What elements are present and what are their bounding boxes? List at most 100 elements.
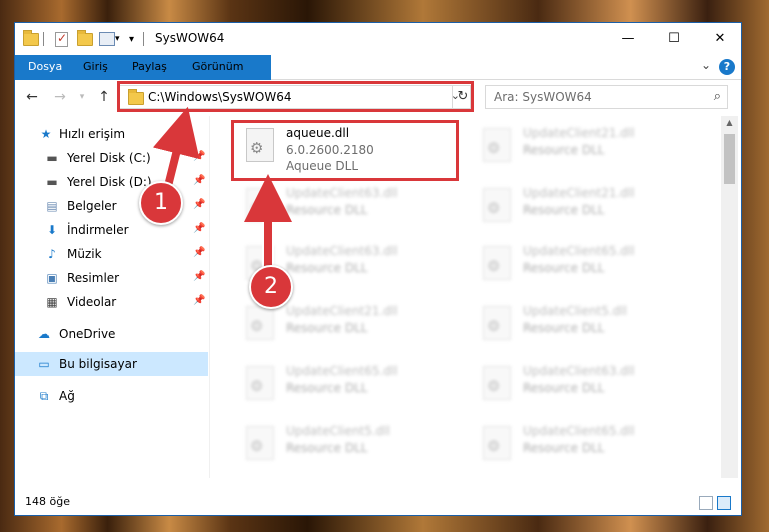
dll-file-icon bbox=[483, 426, 511, 460]
sidebar-item-this-pc[interactable]: ▭ Bu bilgisayar bbox=[15, 352, 208, 376]
search-input[interactable]: Ara: SysWOW64 ⌕ bbox=[485, 85, 728, 109]
file-description: Resource DLL bbox=[286, 381, 368, 395]
quick-access-toolbar bbox=[23, 29, 39, 49]
chevron-down-icon[interactable]: ▾ bbox=[115, 34, 120, 44]
back-arrow-icon[interactable]: ← bbox=[23, 88, 41, 106]
window-title: SysWOW64 bbox=[155, 31, 225, 45]
scrollbar-thumb[interactable] bbox=[724, 134, 735, 184]
file-name: UpdateClient5.dll bbox=[286, 424, 390, 438]
drive-icon: ▬ bbox=[46, 151, 58, 165]
sidebar-item-label: Videolar bbox=[67, 295, 117, 309]
star-icon: ★ bbox=[40, 127, 52, 141]
file-name: UpdateClient5.dll bbox=[523, 304, 627, 318]
dll-file-icon bbox=[246, 306, 274, 340]
tiles-view-icon[interactable] bbox=[717, 496, 731, 510]
file-tile[interactable]: UpdateClient65.dll Resource DLL bbox=[473, 416, 703, 476]
sidebar-item-music[interactable]: ♪ Müzik 📌 bbox=[15, 242, 208, 266]
title-bar: ▾ ▾ SysWOW64 — ☐ ✕ bbox=[15, 23, 741, 55]
file-name: UpdateClient65.dll bbox=[523, 244, 635, 258]
help-icon[interactable]: ? bbox=[719, 59, 735, 75]
pin-icon[interactable]: 📌 bbox=[193, 223, 205, 234]
file-tile[interactable]: UpdateClient65.dll Resource DLL bbox=[473, 236, 703, 296]
sidebar-item-network[interactable]: ⧉ Ağ bbox=[15, 384, 208, 408]
sidebar-item-label: Müzik bbox=[67, 247, 102, 261]
file-description: Resource DLL bbox=[286, 321, 368, 335]
file-tile[interactable]: UpdateClient5.dll Resource DLL bbox=[473, 296, 703, 356]
dll-file-icon bbox=[246, 426, 274, 460]
file-tile[interactable]: UpdateClient65.dll Resource DLL bbox=[236, 356, 466, 416]
file-name: UpdateClient65.dll bbox=[523, 424, 635, 438]
pin-icon[interactable]: 📌 bbox=[193, 271, 205, 282]
pin-icon[interactable]: 📌 bbox=[193, 151, 205, 162]
pin-icon[interactable]: 📌 bbox=[193, 295, 205, 306]
sidebar-item-label: Ağ bbox=[59, 389, 75, 403]
file-name: UpdateClient21.dll bbox=[523, 126, 635, 140]
ribbon-tabs: Dosya Giriş Paylaş Görünüm ⌄ ? bbox=[15, 55, 741, 115]
sidebar-item-label: Bu bilgisayar bbox=[59, 357, 137, 371]
sidebar-item-onedrive[interactable]: ☁ OneDrive bbox=[15, 322, 208, 346]
dll-file-icon bbox=[246, 188, 274, 222]
dll-file-icon bbox=[483, 188, 511, 222]
pin-icon[interactable]: 📌 bbox=[193, 199, 205, 210]
forward-arrow-icon[interactable]: → bbox=[51, 88, 69, 106]
search-icon: ⌕ bbox=[713, 89, 721, 104]
file-name: UpdateClient21.dll bbox=[523, 186, 635, 200]
tab-view[interactable]: Görünüm bbox=[182, 55, 253, 78]
sidebar-item-pictures[interactable]: ▣ Resimler 📌 bbox=[15, 266, 208, 290]
pane-divider[interactable] bbox=[209, 116, 210, 478]
file-description: Resource DLL bbox=[523, 321, 605, 335]
recent-locations-icon[interactable]: ▾ bbox=[73, 88, 91, 106]
step-2-callout: 2 bbox=[249, 265, 293, 309]
pin-icon[interactable]: 📌 bbox=[193, 247, 205, 258]
toolbar-dropdown-icon[interactable]: ▾ bbox=[129, 34, 134, 45]
sidebar-item-quick-access[interactable]: ★ Hızlı erişim bbox=[15, 122, 208, 146]
file-tile[interactable]: UpdateClient63.dll Resource DLL bbox=[236, 178, 466, 238]
documents-icon: ▤ bbox=[46, 199, 58, 213]
close-button[interactable]: ✕ bbox=[697, 23, 743, 55]
file-tile[interactable]: UpdateClient21.dll Resource DLL bbox=[473, 178, 703, 238]
minimize-button[interactable]: — bbox=[605, 23, 651, 55]
sidebar-item-videos[interactable]: ▦ Videolar 📌 bbox=[15, 290, 208, 314]
tab-share[interactable]: Paylaş bbox=[122, 55, 177, 78]
search-placeholder: Ara: SysWOW64 bbox=[494, 90, 592, 104]
file-name: UpdateClient63.dll bbox=[286, 244, 398, 258]
expand-ribbon-icon[interactable]: ⌄ bbox=[701, 58, 711, 72]
file-tile[interactable]: UpdateClient21.dll Resource DLL bbox=[473, 118, 703, 178]
drive-icon: ▬ bbox=[46, 175, 58, 189]
file-description: Resource DLL bbox=[523, 261, 605, 275]
sidebar-item-local-disk-c[interactable]: ▬ Yerel Disk (C:) 📌 bbox=[15, 146, 208, 170]
sidebar-item-downloads[interactable]: ⬇ İndirmeler 📌 bbox=[15, 218, 208, 242]
file-description: Resource DLL bbox=[523, 143, 605, 157]
tab-home[interactable]: Giriş bbox=[73, 55, 118, 78]
cloud-icon: ☁ bbox=[38, 327, 50, 341]
item-count: 148 öğe bbox=[25, 495, 70, 508]
scroll-up-icon[interactable]: ▲ bbox=[721, 118, 738, 127]
dll-file-icon bbox=[483, 366, 511, 400]
properties-check-icon[interactable] bbox=[55, 31, 68, 47]
address-bar-highlight bbox=[117, 81, 474, 112]
details-view-icon[interactable] bbox=[699, 496, 713, 510]
vertical-scrollbar[interactable]: ▲ bbox=[721, 116, 738, 478]
file-description: Resource DLL bbox=[523, 381, 605, 395]
file-highlight bbox=[231, 120, 459, 181]
up-arrow-icon[interactable]: ↑ bbox=[95, 88, 113, 106]
dll-file-icon bbox=[483, 306, 511, 340]
toolbar-separator bbox=[43, 32, 44, 46]
sidebar-item-label: İndirmeler bbox=[67, 223, 129, 237]
sidebar-item-label: Yerel Disk (C:) bbox=[67, 151, 151, 165]
maximize-button[interactable]: ☐ bbox=[651, 23, 697, 55]
file-name: UpdateClient63.dll bbox=[286, 186, 398, 200]
customize-toolbar-icon[interactable] bbox=[99, 32, 115, 46]
sidebar-item-label: Yerel Disk (D:) bbox=[67, 175, 152, 189]
pin-icon[interactable]: 📌 bbox=[193, 175, 205, 186]
file-tile[interactable]: UpdateClient63.dll Resource DLL bbox=[473, 356, 703, 416]
video-icon: ▦ bbox=[46, 295, 58, 309]
file-description: Resource DLL bbox=[286, 441, 368, 455]
toolbar-separator bbox=[143, 32, 144, 46]
status-bar: 148 öğe bbox=[15, 491, 741, 515]
sidebar-item-label: Hızlı erişim bbox=[59, 127, 126, 141]
file-name: UpdateClient63.dll bbox=[523, 364, 635, 378]
file-tile[interactable]: UpdateClient5.dll Resource DLL bbox=[236, 416, 466, 476]
dll-file-icon bbox=[483, 128, 511, 162]
new-folder-icon[interactable] bbox=[77, 29, 93, 46]
